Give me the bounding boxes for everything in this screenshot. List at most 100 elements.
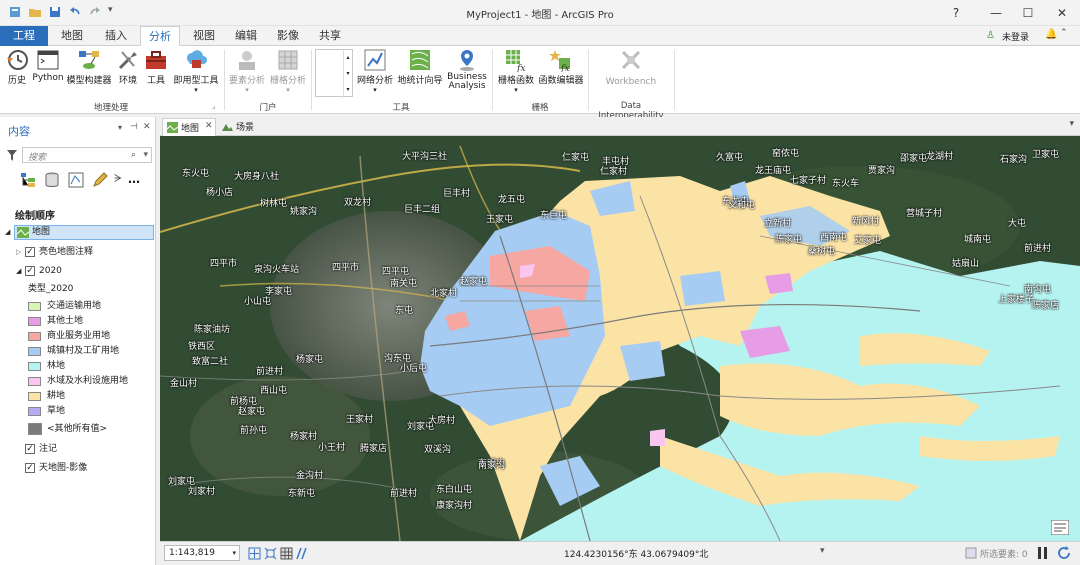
map-place-label: 姑扇山	[952, 259, 980, 269]
tab-insert[interactable]: 插入	[96, 26, 136, 46]
tools-gallery[interactable]: ▴ ▾ ▾	[315, 49, 353, 98]
legend-item: 商业服务业用地	[0, 329, 155, 344]
legend-label: 城镇村及工矿用地	[47, 346, 120, 356]
ready-to-use-tools-button[interactable]: 即用型工具 ▾	[172, 48, 220, 94]
tab-map[interactable]: 地图	[52, 26, 92, 46]
more-options-icon[interactable]: …	[128, 172, 140, 186]
annotation-visibility-checkbox[interactable]: ✓	[25, 247, 35, 257]
business-analysis-button[interactable]: Business Analysis	[446, 48, 488, 91]
network-analysis-button[interactable]: 网络分析 ▾	[356, 48, 394, 94]
map-place-label: 陈家屯	[775, 235, 803, 245]
selected-features-icon	[965, 547, 977, 559]
scene-view-tab[interactable]: 场景	[220, 118, 264, 136]
map-place-label: 小后屯	[400, 364, 428, 374]
search-options-chevron-icon[interactable]: ▾	[143, 150, 148, 160]
raster-functions-button[interactable]: fx 栅格函数 ▾	[496, 48, 536, 94]
tab-imagery[interactable]: 影像	[268, 26, 308, 46]
coordinate-options-chevron-icon[interactable]: ▾	[820, 546, 825, 556]
group-tools: 工具	[392, 103, 410, 113]
view-options-icon[interactable]: ▾	[1069, 119, 1074, 129]
map-place-label: 小山屯	[244, 297, 272, 307]
legend-swatch	[28, 362, 41, 371]
tab-edit[interactable]: 编辑	[226, 26, 266, 46]
status-bar: 1:143,819 ▾ 124.4230156°东 43.0679409°北 ▾…	[160, 541, 1080, 565]
full-extent-icon[interactable]	[248, 547, 261, 560]
map-view-tab[interactable]: 地图 ✕	[162, 118, 216, 136]
legend-item: 其他土地	[0, 314, 155, 329]
pin-icon[interactable]: ⊣	[130, 122, 138, 132]
help-button[interactable]: ?	[944, 4, 968, 22]
tab-analysis[interactable]: 分析	[140, 26, 180, 46]
refresh-icon[interactable]	[1057, 546, 1071, 560]
minimize-button[interactable]: —	[984, 4, 1008, 22]
toc-map-row[interactable]: ◢ 地图	[0, 225, 155, 240]
filter-icon[interactable]	[7, 150, 17, 161]
close-tab-icon[interactable]: ✕	[205, 121, 213, 131]
scale-selector[interactable]: 1:143,819 ▾	[164, 545, 240, 561]
contents-search-input[interactable]: 搜索 ⌕ ▾	[22, 147, 152, 163]
imagery-visibility-checkbox[interactable]: ✓	[25, 463, 35, 473]
legend-item: 林地	[0, 359, 155, 374]
pause-icon[interactable]	[1038, 547, 1047, 559]
gallery-scroll-icon[interactable]: ▴ ▾ ▾	[343, 50, 352, 98]
scale-dropdown-chevron-icon[interactable]: ▾	[232, 546, 236, 561]
svg-text:fx: fx	[516, 64, 525, 72]
map-place-label: 窑侬屯	[772, 149, 800, 159]
layer-2020-visibility-checkbox[interactable]: ✓	[25, 266, 35, 276]
expand-chevron-icon[interactable]: ▷	[16, 245, 21, 260]
scene-icon	[222, 124, 233, 131]
map-icon	[17, 227, 29, 238]
user-login-label[interactable]: 未登录	[1002, 30, 1029, 43]
function-editor-button[interactable]: fx 函数编辑器	[538, 48, 584, 86]
ribbon: 历史 Python 模型构建器 环境 工具 即用型工具 ▾ 地理处理 ⌟ 要素分…	[0, 46, 1080, 121]
map-place-label: 前进村	[390, 489, 418, 499]
notes-visibility-checkbox[interactable]: ✓	[25, 444, 35, 454]
map-place-label: 北家村	[430, 289, 458, 299]
map-place-label: 南关屯	[390, 279, 418, 289]
environments-button[interactable]: 环境	[116, 48, 140, 86]
map-place-label: 桑树屯	[808, 247, 836, 257]
dialog-launcher-icon[interactable]: ⌟	[212, 102, 215, 110]
model-builder-button[interactable]: 模型构建器	[66, 48, 112, 86]
collapse-ribbon-icon[interactable]: ⌃	[1060, 28, 1068, 38]
collapse-chevron-icon[interactable]: ◢	[16, 264, 21, 279]
drawing-order-heading: 绘制顺序	[15, 211, 55, 222]
map-place-label: 大平沟三社	[402, 152, 448, 162]
tools-button[interactable]: 工具	[144, 48, 168, 86]
geostatistical-wizard-button[interactable]: 地统计向导	[396, 48, 444, 86]
tab-project[interactable]: 工程	[0, 26, 48, 46]
map-place-label: 卫家屯	[1032, 150, 1060, 160]
map-notes-icon[interactable]	[1051, 520, 1069, 535]
tab-view[interactable]: 视图	[184, 26, 224, 46]
map-place-label: 前孙屯	[240, 426, 268, 436]
fixed-zoom-icon[interactable]	[264, 547, 277, 560]
close-button[interactable]: ✕	[1050, 4, 1074, 22]
list-by-snapping-icon[interactable]: ᗒ	[114, 172, 122, 186]
window-title: MyProject1 - 地图 - ArcGIS Pro	[466, 10, 614, 21]
list-by-data-source-icon[interactable]	[44, 172, 60, 188]
list-by-editing-icon[interactable]	[92, 172, 108, 188]
raster-functions-icon: fx	[506, 50, 525, 72]
legend-label: 草地	[47, 406, 66, 416]
legend-swatch	[28, 377, 41, 386]
map-place-label: 小王村	[318, 443, 346, 453]
legend-field-name: 类型_2020	[28, 284, 74, 294]
list-by-selection-icon[interactable]	[68, 172, 84, 188]
workbench-button[interactable]: Workbench	[600, 48, 662, 87]
map-place-label: 邵家屯	[900, 154, 928, 164]
close-pane-icon[interactable]: ✕	[143, 122, 151, 132]
raster-analysis-button[interactable]: 栅格分析 ▾	[268, 48, 308, 94]
tab-share[interactable]: 共享	[310, 26, 350, 46]
history-button[interactable]: 历史	[4, 48, 30, 86]
list-by-drawing-order-icon[interactable]	[20, 172, 36, 188]
python-button[interactable]: Python	[32, 48, 64, 83]
pane-options-icon[interactable]: ▾	[118, 123, 122, 132]
grid-icon[interactable]	[280, 547, 293, 560]
feature-analysis-button[interactable]: 要素分析 ▾	[228, 48, 266, 94]
notification-bell-icon[interactable]: 🔔	[1045, 29, 1057, 40]
map-view[interactable]: 大平沟三社 仁家屯 久富屯 窑侬屯 龙湖村 石家沟 卫家屯 丰屯村 仁家村 龙王庙屯 贾家沟 邵家屯七…	[160, 136, 1080, 541]
pause-drawing-icon[interactable]	[296, 547, 309, 560]
map-place-label: 杨家村	[290, 432, 318, 442]
maximize-button[interactable]: ☐	[1016, 4, 1040, 22]
collapse-chevron-icon[interactable]: ◢	[5, 225, 10, 240]
